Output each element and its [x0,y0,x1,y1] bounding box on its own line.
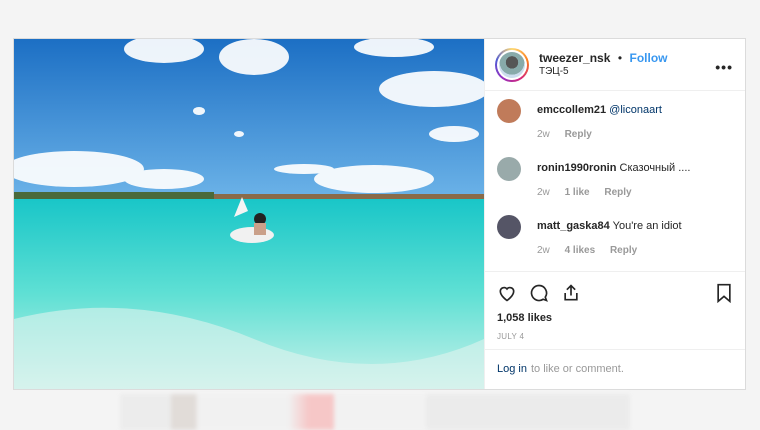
comment-time[interactable]: 2w [537,187,550,198]
post-photo[interactable] [14,39,484,389]
comments-list: emccollem21 @liconaart 2w Reply ronin199… [485,91,745,271]
avatar-image [499,51,525,78]
comment-likes[interactable]: 1 like [565,187,590,198]
comment-text: Сказочный .... [619,162,691,175]
comment-time[interactable]: 2w [537,129,550,140]
follow-button[interactable]: Follow [629,51,667,65]
comment-icon[interactable] [529,283,549,303]
comment-username[interactable]: matt_gaska84 [537,220,610,232]
header-text: tweezer_nsk • Follow ТЭЦ-5 [539,51,667,79]
bookmark-icon[interactable] [715,283,733,304]
post-header: tweezer_nsk • Follow ТЭЦ-5 ••• [485,39,745,92]
post-card: tweezer_nsk • Follow ТЭЦ-5 ••• emccollem… [13,38,746,390]
comment-time[interactable]: 2w [537,245,550,256]
likes-count[interactable]: 1,058 likes [497,312,733,324]
comment-avatar[interactable] [497,215,521,240]
avatar[interactable] [495,47,529,82]
post-date: JULY 4 [497,332,525,342]
post-sidebar: tweezer_nsk • Follow ТЭЦ-5 ••• emccollem… [484,39,745,389]
reply-button[interactable]: Reply [604,187,631,198]
comment-item: emccollem21 @liconaart 2w Reply [497,97,733,155]
comment-avatar[interactable] [497,157,521,182]
more-options-icon[interactable]: ••• [715,59,733,75]
comment-likes[interactable]: 4 likes [565,245,596,256]
reply-button[interactable]: Reply [610,245,637,256]
comment-item: matt_gaska84 You're an idiot 2w 4 likes … [497,213,733,271]
share-icon[interactable] [561,283,581,303]
login-text: to like or comment. [530,363,624,376]
location[interactable]: ТЭЦ-5 [539,65,667,79]
reply-button[interactable]: Reply [565,129,592,140]
comment-text[interactable]: @liconaart [609,104,662,116]
username[interactable]: tweezer_nsk [539,51,610,65]
login-link[interactable]: Log in [497,363,527,375]
comment-item: ronin1990ronin Сказочный .... 2w 1 like … [497,155,733,213]
heart-icon[interactable] [497,283,517,303]
comment-avatar[interactable] [497,99,521,124]
separator-dot: • [617,50,623,65]
actions-bar: 1,058 likes JULY 4 [485,271,745,348]
comment-text: You're an idiot [612,220,682,233]
login-prompt: Log in to like or comment. [485,348,745,389]
comment-username[interactable]: emccollem21 [537,104,606,116]
photo-image [14,39,484,389]
background-content [120,394,630,430]
comment-username[interactable]: ronin1990ronin [537,162,616,174]
